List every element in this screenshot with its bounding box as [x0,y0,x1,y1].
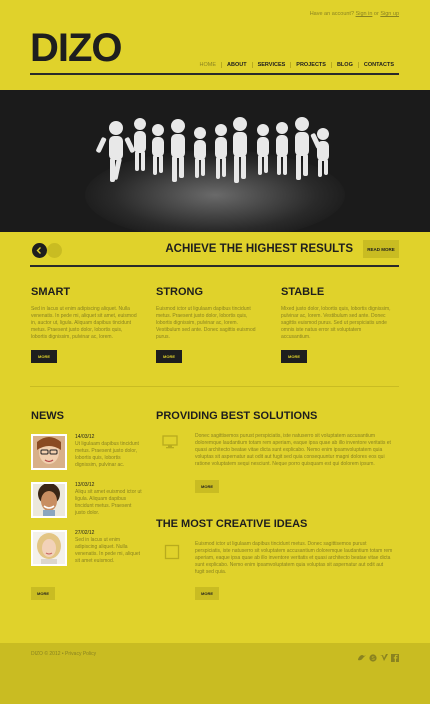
news-excerpt: Sed in lacus ut enim adipiscing aliquet.… [75,537,141,564]
account-links: Have an account? Sign in or Sign up [0,11,399,17]
running-figures-image [96,117,329,183]
feature-title: STABLE [281,286,325,298]
news-text: 13/03/12 Aliqu sit amet euismod ictor ut… [75,482,143,517]
skype-icon[interactable]: S [369,649,377,662]
account-or: or [373,11,379,17]
slider-rule [30,265,399,267]
feature-smart: SMART Sed in lacus ut enim adipiscing al… [31,286,138,363]
site-logo[interactable]: DIZO [30,28,123,68]
hero-banner [0,90,430,232]
copyright-text: DIZO © 2012 • Privacy Policy [31,651,97,657]
news-date: 13/03/12 [75,482,95,488]
news-text: 14/03/12 Ut ligulaam dapibus tincidunt m… [75,434,143,469]
news-thumbnail [31,482,67,518]
slider-caption-bar: ACHIEVE THE HIGHEST RESULTS READ MORE [30,239,399,265]
news-thumbnail [31,434,67,470]
news-thumbnail [31,530,67,566]
sign-in-link[interactable]: Sign in [356,11,373,17]
solutions-title: PROVIDING BEST SOLUTIONS [156,410,318,422]
chevron-right-icon [53,247,58,254]
header-rule [30,73,399,75]
nav-blog[interactable]: BLOG [330,62,358,68]
feature-more-button[interactable]: MORE [281,350,307,363]
feature-text: Mixed justo dolor, lobortis quis, lobort… [281,306,391,340]
slider-tagline: ACHIEVE THE HIGHEST RESULTS [165,243,353,255]
nav-projects[interactable]: PROJECTS [290,62,331,68]
facebook-icon[interactable] [391,649,399,662]
woman-glasses-photo [33,436,65,468]
creative-title: THE MOST CREATIVE IDEAS [156,518,308,530]
slider-next-button[interactable] [47,243,62,258]
news-date: 14/03/12 [75,434,95,440]
read-more-button[interactable]: READ MORE [363,240,399,258]
solutions-more-button[interactable]: MORE [195,480,219,493]
news-date: 27/02/12 [75,530,95,536]
twitter-icon[interactable] [358,649,366,661]
social-links: S [358,649,399,662]
footer: DIZO © 2012 • Privacy Policy S [0,643,430,704]
creative-text: Euismod ictor ut ligulaam dapibus tincid… [195,541,393,575]
slider-prev-button[interactable] [32,243,47,258]
feature-stable: STABLE Mixed justo dolor, lobortis quis,… [281,286,391,363]
feature-strong: STRONG Euismod ictor ut ligulaam dapibus… [156,286,263,363]
news-excerpt: Ut ligulaam dapibus tincidunt metus. Pra… [75,441,139,468]
feature-text: Sed in lacus ut enim adipiscing aliquet.… [31,306,137,340]
nav-services[interactable]: SERVICES [251,62,291,68]
woman-blonde-photo [33,532,65,564]
feature-more-button[interactable]: MORE [31,350,57,363]
nav-home[interactable]: HOME [195,62,222,68]
sign-up-link[interactable]: Sign up [380,11,399,17]
news-text: 27/02/12 Sed in lacus ut enim adipiscing… [75,530,143,565]
news-title: NEWS [31,410,64,422]
feature-more-button[interactable]: MORE [156,350,182,363]
nav-about[interactable]: ABOUT [221,62,252,68]
news-more-button[interactable]: MORE [31,587,55,600]
creative-more-button[interactable]: MORE [195,587,219,600]
feature-title: SMART [31,286,71,298]
account-prefix: Have an account? [309,11,355,17]
section-divider [30,386,399,387]
man-curly-hair-photo [33,484,65,516]
feature-title: STRONG [156,286,204,298]
chevron-left-icon [36,247,41,254]
feature-text: Euismod ictor ut ligulaam dapibus tincid… [156,306,256,340]
nav-contacts[interactable]: CONTACTS [357,62,399,68]
square-icon [164,544,180,560]
main-nav: HOME ABOUT SERVICES PROJECTS BLOG CONTAC… [195,62,399,68]
news-excerpt: Aliqu sit amet euismod ictor ut ligula. … [75,489,142,516]
monitor-icon [162,434,178,450]
solutions-text: Donec sagittisemos purust perspiciatis, … [195,433,391,467]
vimeo-icon[interactable] [380,649,388,661]
